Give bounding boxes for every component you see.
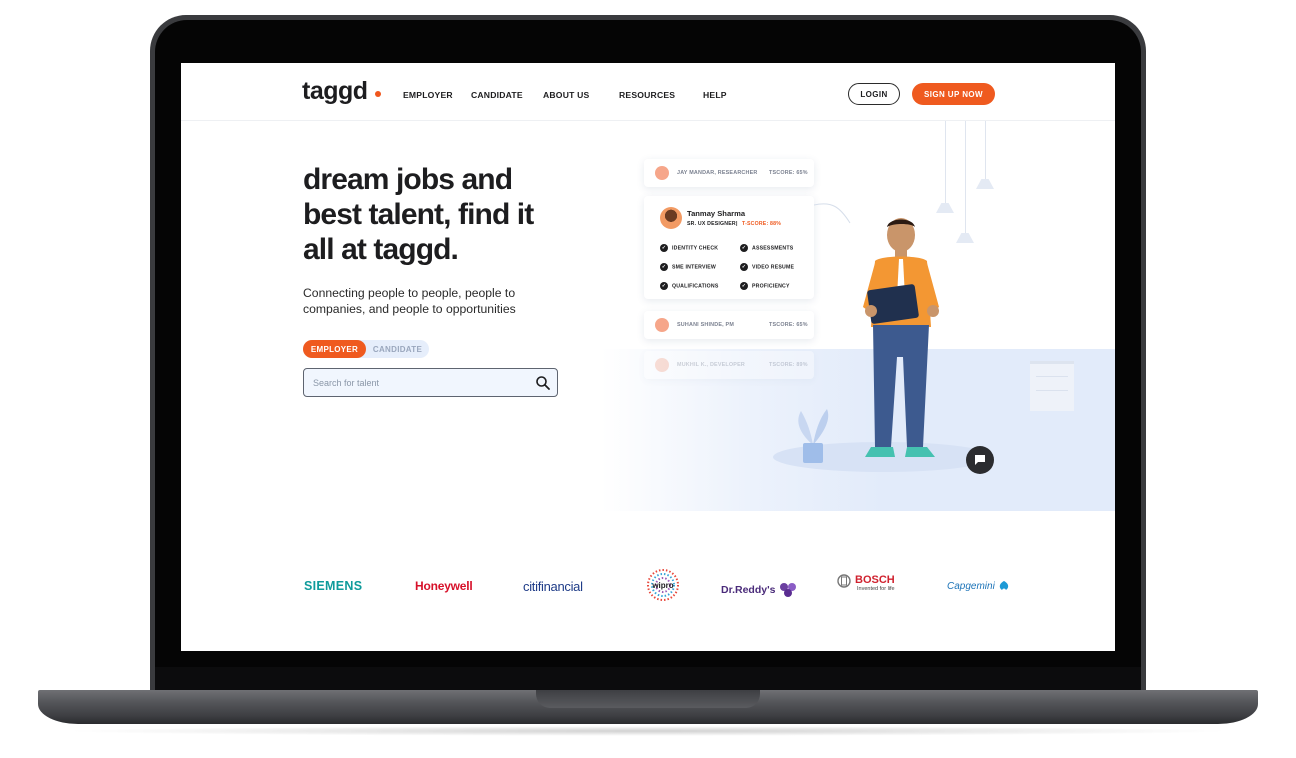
logo-honeywell: Honeywell: [415, 579, 473, 593]
check-item: ✓ VIDEO RESUME: [740, 263, 795, 271]
nav-resources[interactable]: RESOURCES: [619, 90, 675, 100]
subtitle-line: Connecting people to people, people to: [303, 286, 516, 300]
candidate-score: TSCORE: 89%: [769, 362, 808, 368]
logo-siemens: SIEMENS: [304, 579, 363, 593]
laptop-notch: [536, 690, 760, 708]
avatar-icon: [655, 166, 669, 180]
talent-search-box: [303, 368, 558, 397]
candidate-card[interactable]: JAY MANDAR, RESEARCHER TSCORE: 65%: [644, 159, 814, 187]
dr-reddys-mark-icon: [780, 583, 797, 597]
search-input[interactable]: [313, 375, 523, 391]
check-item: ✓ QUALIFICATIONS: [660, 282, 719, 290]
side-table: [1030, 361, 1074, 411]
lamp-wire: [985, 121, 986, 179]
candidate-card[interactable]: SUHANI SHINDE, PM TSCORE: 65%: [644, 311, 814, 339]
connector-line: [814, 203, 851, 224]
svg-text:wipro: wipro: [651, 581, 673, 590]
search-icon[interactable]: [535, 375, 551, 391]
candidate-name: SUHANI SHINDE, PM: [677, 322, 735, 328]
headline-line: best talent, find it: [303, 198, 534, 231]
site-header: taggd EMPLOYER CANDIDATE ABOUT US RESOUR…: [181, 63, 1115, 121]
chat-button[interactable]: [966, 446, 994, 474]
toggle-employer[interactable]: EMPLOYER: [303, 340, 366, 358]
pendant-lamp: [936, 203, 954, 213]
logo-bosch: BOSCH Invented for life: [837, 574, 895, 592]
chat-icon: [975, 455, 985, 465]
person-illustration: [863, 218, 939, 457]
headline-line: all at taggd.: [303, 233, 459, 266]
laptop-chin: [155, 667, 1141, 691]
check-icon: ✓: [740, 282, 748, 290]
avatar-icon: [655, 318, 669, 332]
candidate-name: MUKHIL K., DEVELOPER: [677, 362, 745, 368]
logo-dot: [375, 91, 381, 97]
lamp-wire: [945, 121, 946, 203]
avatar: [660, 207, 682, 229]
nav-about-us[interactable]: ABOUT US: [543, 90, 589, 100]
drawer-line: [1036, 390, 1068, 391]
bosch-armature-icon: [837, 574, 851, 588]
plant-icon: [798, 409, 829, 463]
taggd-logo[interactable]: taggd: [302, 77, 368, 106]
check-icon: ✓: [660, 282, 668, 290]
role-toggle: EMPLOYER CANDIDATE: [303, 340, 429, 358]
check-item: ✓ SME INTERVIEW: [660, 263, 717, 271]
lamp-wire: [965, 121, 966, 233]
featured-score: T-SCORE: 88%: [742, 221, 782, 227]
nav-help[interactable]: HELP: [703, 90, 727, 100]
candidate-card[interactable]: MUKHIL K., DEVELOPER TSCORE: 89%: [644, 351, 814, 379]
check-icon: ✓: [660, 263, 668, 271]
check-icon: ✓: [740, 263, 748, 271]
featured-separator: |: [736, 221, 738, 227]
check-item: ✓ IDENTITY CHECK: [660, 244, 719, 252]
website-screen: taggd EMPLOYER CANDIDATE ABOUT US RESOUR…: [181, 63, 1115, 651]
hero-illustration: JAY MANDAR, RESEARCHER TSCORE: 65% Tanma…: [601, 121, 1115, 513]
nav-candidate[interactable]: CANDIDATE: [471, 90, 523, 100]
hero-headline: dream jobs and best talent, find it all …: [303, 162, 573, 267]
logo-wipro: wipro: [647, 569, 679, 601]
check-icon: ✓: [740, 244, 748, 252]
sign-up-button[interactable]: SIGN UP NOW: [912, 83, 995, 105]
avatar-icon: [655, 358, 669, 372]
candidate-score: TSCORE: 65%: [769, 322, 808, 328]
capgemini-spade-icon: [999, 581, 1008, 591]
check-item: ✓ PROFICIENCY: [740, 282, 790, 290]
candidate-name: JAY MANDAR, RESEARCHER: [677, 170, 758, 176]
subtitle-line: companies, and people to opportunities: [303, 302, 516, 316]
candidate-score: TSCORE: 65%: [769, 170, 808, 176]
laptop-shadow: [60, 726, 1236, 736]
check-item: ✓ ASSESSMENTS: [740, 244, 794, 252]
featured-name: Tanmay Sharma: [687, 209, 746, 218]
login-button[interactable]: LOGIN: [848, 83, 900, 105]
hero-subtitle: Connecting people to people, people to c…: [303, 285, 573, 317]
pendant-lamp: [976, 179, 994, 189]
logo-capgemini: Capgemini: [947, 581, 1010, 592]
logo-citifinancial: citifinancial: [523, 579, 583, 594]
nav-employer[interactable]: EMPLOYER: [403, 90, 453, 100]
client-logos: SIEMENS Honeywell citifinancial wipro Dr…: [181, 563, 1115, 613]
toggle-candidate[interactable]: CANDIDATE: [366, 340, 429, 358]
drawer-line: [1036, 376, 1068, 377]
laptop-mockup: taggd EMPLOYER CANDIDATE ABOUT US RESOUR…: [0, 0, 1296, 758]
headline-line: dream jobs and: [303, 163, 513, 196]
featured-candidate-card[interactable]: Tanmay Sharma SR. UX DESIGNER | T-SCORE:…: [644, 196, 814, 299]
logo-dr-reddys: Dr.Reddy's: [721, 582, 798, 598]
featured-role: SR. UX DESIGNER: [687, 221, 736, 227]
check-icon: ✓: [660, 244, 668, 252]
